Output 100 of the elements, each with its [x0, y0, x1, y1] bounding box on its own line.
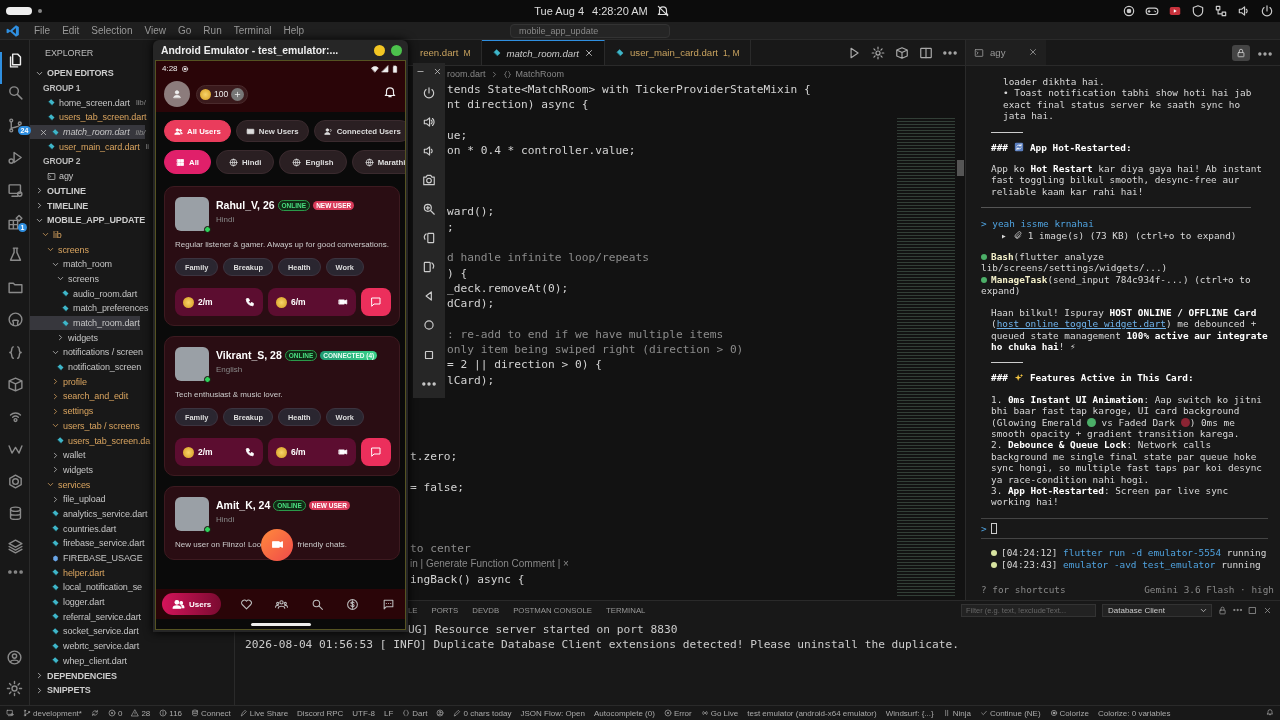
file-tree-item[interactable]: analytics_service.dart: [30, 506, 148, 522]
open-editor-item[interactable]: match_room.dart lib/: [30, 124, 146, 140]
status-item[interactable]: Go Live: [700, 708, 739, 718]
workspace-indicator[interactable]: [6, 7, 32, 15]
coin-balance[interactable]: 100: [196, 84, 249, 104]
camera-icon[interactable]: [422, 173, 436, 188]
shield-icon[interactable]: [1191, 4, 1205, 18]
file-tree-item[interactable]: match_preferences: [30, 301, 149, 316]
volume-up-icon[interactable]: [422, 115, 436, 130]
sync-icon[interactable]: [90, 709, 99, 717]
menu-item[interactable]: File: [28, 25, 57, 36]
text-cursor[interactable]: [990, 523, 997, 534]
video-call-fab[interactable]: [261, 528, 294, 561]
more-icon[interactable]: [943, 50, 957, 55]
more-icon[interactable]: [1233, 608, 1242, 612]
audio-call-button[interactable]: 2/m: [175, 438, 263, 466]
record-icon[interactable]: [1168, 4, 1182, 18]
menu-item[interactable]: Edit: [56, 25, 86, 36]
status-item[interactable]: 0 chars today: [453, 708, 512, 718]
account-icon[interactable]: [436, 709, 445, 717]
menu-item[interactable]: Terminal: [227, 25, 278, 36]
split-editor-icon[interactable]: [919, 45, 933, 60]
volume-down-icon[interactable]: [422, 144, 436, 159]
status-item[interactable]: 116: [159, 708, 183, 718]
menu-item[interactable]: Selection: [85, 25, 139, 36]
code-lens[interactable]: in | Generate Function Comment | ×: [410, 558, 569, 570]
agent-session-tab[interactable]: agy: [966, 40, 1046, 65]
file-tree-item[interactable]: whep_client.dart: [30, 653, 127, 669]
file-tree-item[interactable]: webrtc_service.dart: [30, 638, 140, 654]
video-call-button[interactable]: 6/m: [268, 438, 356, 466]
status-item[interactable]: Continue (NE): [979, 708, 1041, 718]
avatar[interactable]: [164, 81, 190, 107]
nav-item[interactable]: Users: [162, 593, 222, 615]
folder-tree-item[interactable]: match_room: [30, 256, 113, 272]
file-tree-item[interactable]: users_tab_screen.da: [30, 433, 151, 448]
home-icon[interactable]: [422, 318, 436, 333]
video-call-button[interactable]: 6/m: [268, 288, 356, 316]
status-item[interactable]: test emulator (android-x64 emulator): [747, 708, 877, 718]
add-coins-button[interactable]: [231, 87, 245, 101]
rotate-right-icon[interactable]: [422, 260, 436, 275]
menu-item[interactable]: Help: [277, 25, 311, 36]
folder-tree-item[interactable]: settings: [30, 403, 94, 419]
close-icon[interactable]: [1028, 46, 1038, 57]
status-item[interactable]: UTF-8: [352, 708, 375, 718]
target-icon[interactable]: [1122, 4, 1136, 18]
section-header[interactable]: MOBILE_APP_UPDATE: [30, 212, 146, 228]
status-item[interactable]: Colorize: [1049, 708, 1089, 718]
gamepad-icon[interactable]: [1145, 4, 1159, 18]
file-tree-item[interactable]: local_notification_se: [30, 580, 142, 595]
section-header[interactable]: SNIPPETS: [30, 682, 91, 698]
folder-tree-item[interactable]: lib: [30, 227, 62, 243]
file-tree-item[interactable]: countries.dart: [30, 521, 117, 536]
minimize-button[interactable]: [374, 44, 385, 56]
status-item[interactable]: LF: [384, 708, 394, 718]
home-indicator[interactable]: [250, 622, 311, 626]
folder-tree-item[interactable]: search_and_edit: [30, 389, 129, 404]
power-icon[interactable]: [1260, 4, 1274, 18]
command-center[interactable]: mobile_app_update: [510, 23, 671, 38]
zoom-icon[interactable]: [422, 202, 436, 217]
open-editor-item[interactable]: home_screen.dart lib/: [30, 95, 146, 111]
open-editor-item[interactable]: users_tab_screen.dart: [30, 110, 147, 125]
section-header[interactable]: DEPENDENCIES: [30, 668, 117, 683]
status-item[interactable]: Error: [663, 708, 692, 718]
status-item[interactable]: Colorize: 0 variables: [1097, 708, 1171, 718]
file-tree-item[interactable]: helper.dart: [30, 565, 105, 581]
file-tree-item[interactable]: FIREBASE_USAGE: [30, 550, 143, 566]
status-item[interactable]: Autocomplete (0): [593, 708, 655, 718]
folder-tree-item[interactable]: screens: [30, 271, 99, 287]
folder-tree-item[interactable]: file_upload: [30, 491, 106, 507]
folder-tree-item[interactable]: profile: [30, 374, 87, 390]
status-item[interactable]: development*: [23, 708, 82, 718]
status-item[interactable]: Discord RPC: [297, 708, 344, 718]
cube-icon[interactable]: [895, 45, 909, 60]
open-editor-item[interactable]: agy: [30, 168, 74, 184]
file-tree-item[interactable]: socket_service.dart: [30, 624, 139, 639]
section-header[interactable]: OPEN EDITORS: [30, 66, 114, 81]
chat-button[interactable]: [361, 438, 391, 466]
status-item[interactable]: 28: [131, 708, 151, 718]
settings-icon[interactable]: [6, 680, 23, 697]
network-icon[interactable]: [1214, 4, 1228, 18]
file-tree-item[interactable]: match_room.dart: [30, 315, 140, 331]
folder-tree-item[interactable]: wallet: [30, 447, 86, 463]
audio-call-button[interactable]: 2/m: [175, 288, 263, 316]
file-tree-item[interactable]: referral_service.dart: [30, 609, 141, 625]
volume-icon[interactable]: [1237, 4, 1251, 18]
lock-icon[interactable]: [1218, 605, 1227, 615]
folder-tree-item[interactable]: notifications / screen: [30, 345, 143, 360]
folder-tree-item[interactable]: services: [30, 477, 91, 492]
status-item[interactable]: JSON Flow: Open: [520, 708, 585, 718]
open-editor-item[interactable]: user_main_card.dart li: [30, 139, 149, 155]
close-icon[interactable]: [584, 48, 594, 58]
status-item[interactable]: Dart: [402, 708, 428, 718]
chat-button[interactable]: [361, 288, 391, 316]
output-dropdown[interactable]: Database Client: [1102, 603, 1212, 617]
section-header[interactable]: OUTLINE: [30, 183, 86, 199]
file-tree-item[interactable]: firebase_service.dart: [30, 536, 145, 551]
menu-item[interactable]: Go: [172, 25, 198, 36]
file-link[interactable]: host_online_toggle_widget.dart: [996, 318, 1166, 330]
power-icon[interactable]: [422, 86, 436, 101]
file-tree-item[interactable]: logger.dart: [30, 594, 105, 610]
